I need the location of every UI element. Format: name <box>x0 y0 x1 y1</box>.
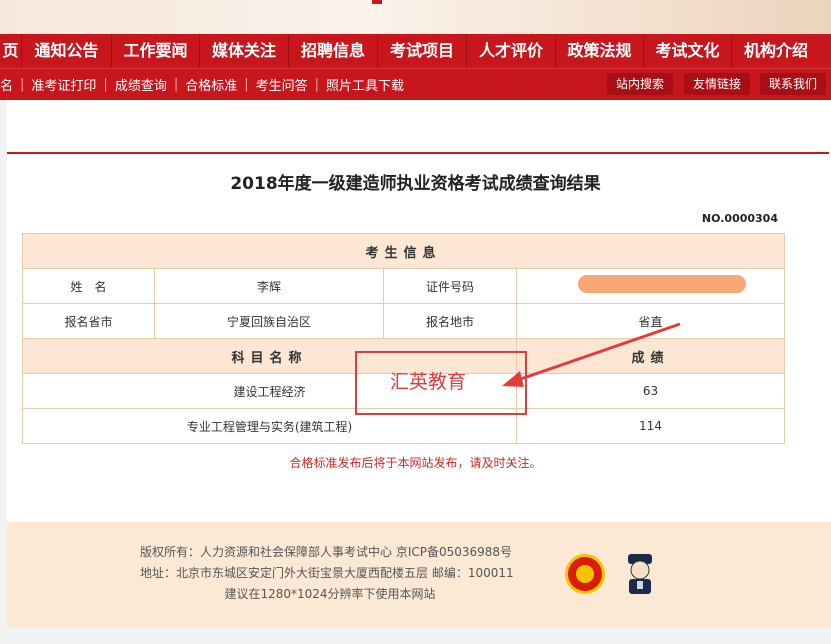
nav-item-recruitment[interactable]: 招聘信息 <box>289 34 378 68</box>
id-label: 证件号码 <box>383 268 517 304</box>
site-search-button[interactable]: 站内搜索 <box>607 73 673 95</box>
stamp-text: 汇英教育 <box>390 371 467 393</box>
candidate-info-header: 考生信息 <box>21 233 786 269</box>
contact-us-button[interactable]: 联系我们 <box>760 73 826 95</box>
name-value: 李辉 <box>154 268 384 304</box>
subject-score: 63 <box>515 373 786 409</box>
police-badge-icon[interactable] <box>622 552 658 596</box>
nav-item-talent[interactable]: 人才评价 <box>467 34 556 68</box>
subject-score: 114 <box>515 408 786 444</box>
main-nav: 页 通知公告 工作要闻 媒体关注 招聘信息 考试项目 人才评价 政策法规 考试文… <box>0 34 831 68</box>
subnav-link-photo-tool[interactable]: 照片工具下载 <box>326 75 404 94</box>
divider <box>7 152 829 154</box>
friend-links-button[interactable]: 友情链接 <box>684 73 750 95</box>
nav-item-culture[interactable]: 考试文化 <box>644 34 732 68</box>
nav-item-notices[interactable]: 通知公告 <box>22 34 112 68</box>
footer-resolution: 建议在1280*1024分辨率下使用本网站 <box>224 587 436 601</box>
notice-text: 合格标准发布后将于本网站发布，请及时关注。 <box>289 456 542 470</box>
nav-item-home[interactable]: 页 <box>0 34 22 68</box>
sub-nav: 名 | 准考证打印 | 成绩查询 | 合格标准 | 考生问答 | 照片工具下载 站内搜索 … <box>0 68 831 100</box>
nav-item-exams[interactable]: 考试项目 <box>378 34 467 68</box>
id-redaction-mask <box>578 275 746 293</box>
banner-logo-fragment <box>372 0 382 4</box>
subnav-link-score-query[interactable]: 成绩查询 <box>115 75 167 94</box>
nav-item-media[interactable]: 媒体关注 <box>200 34 289 68</box>
subnav-link-faq[interactable]: 考生问答 <box>256 75 308 94</box>
score-header: 成绩 <box>515 338 786 374</box>
city-value: 省直 <box>515 303 786 339</box>
nav-item-policy[interactable]: 政策法规 <box>556 34 644 68</box>
watermark-stamp: 汇英教育 <box>355 351 527 415</box>
province-label: 报名省市 <box>22 303 155 339</box>
province-value: 宁夏回族自治区 <box>154 303 384 339</box>
footer-address: 地址：北京市东城区安定门外大街宝景大厦西配楼五层 邮编：100011 <box>140 566 514 580</box>
footer-copyright: 版权所有：人力资源和社会保障部人事考试中心 京ICP备05036988号 <box>140 545 513 559</box>
footer: 版权所有：人力资源和社会保障部人事考试中心 京ICP备05036988号 地址：… <box>7 522 831 628</box>
table-row: 报名省市 宁夏回族自治区 报名地市 省直 <box>22 303 786 339</box>
subnav-link-admission-ticket[interactable]: 准考证打印 <box>31 75 96 94</box>
candidate-info-header-row: 考生信息 <box>21 233 786 269</box>
nav-item-about[interactable]: 机构介绍 <box>732 34 820 68</box>
city-label: 报名地市 <box>383 303 517 339</box>
nav-item-news[interactable]: 工作要闻 <box>112 34 200 68</box>
subnav-link-register[interactable]: 名 <box>0 75 13 94</box>
page-title: 2018年度一级建造师执业资格考试成绩查询结果 <box>230 174 601 194</box>
name-label: 姓 名 <box>22 268 155 304</box>
emblem-icon[interactable] <box>565 554 605 594</box>
top-banner <box>0 0 831 34</box>
subnav-link-pass-standard[interactable]: 合格标准 <box>185 75 237 94</box>
record-number: NO.0000304 <box>701 212 778 225</box>
